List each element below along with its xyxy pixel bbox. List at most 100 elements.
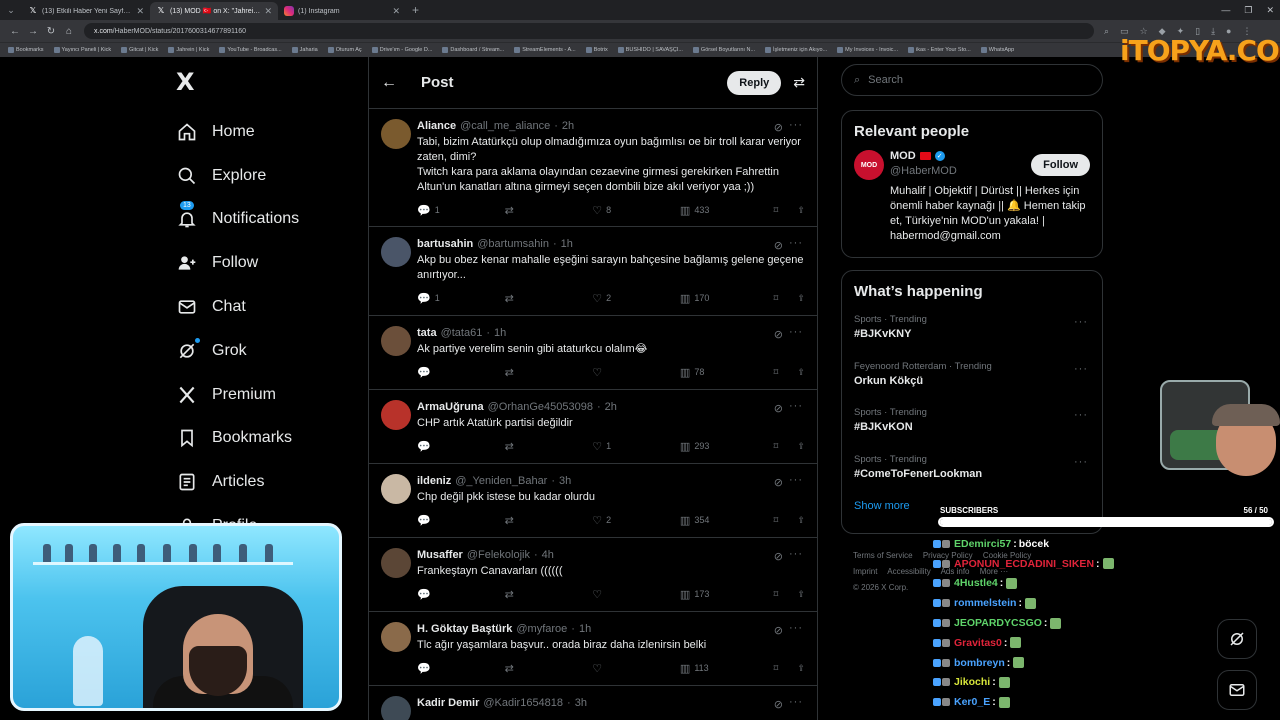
repost-action[interactable]: ⇄ (505, 514, 593, 527)
views-action[interactable]: ▥ 173 (680, 588, 768, 601)
browser-tab[interactable]: (1) Instagram ✕ (278, 2, 406, 20)
back-arrow-icon[interactable]: ← (381, 74, 421, 92)
close-icon[interactable]: ✕ (264, 6, 272, 17)
footer-link[interactable]: Imprint (853, 567, 877, 576)
post-time[interactable]: 1h (494, 327, 506, 339)
bookmark-item[interactable]: WhatsApp (980, 47, 1014, 53)
repost-action[interactable]: ⇄ (505, 204, 593, 217)
more-options-icon[interactable]: ··· (789, 696, 803, 708)
bookmark-icon[interactable]: ⌑ (774, 663, 798, 674)
restore-icon[interactable]: ❐ (1244, 5, 1252, 16)
like-action[interactable]: ♡ 8 (592, 204, 680, 217)
new-tab-button[interactable]: + (412, 3, 419, 17)
bookmark-item[interactable]: Oturum Aç (327, 47, 362, 53)
post-time[interactable]: 4h (542, 549, 554, 561)
author-handle[interactable]: @_Yeniden_Bahar (455, 475, 547, 487)
reply-post[interactable]: ildeniz @_Yeniden_Bahar · 3h ⊘ ··· Chp değil p… (369, 464, 817, 538)
author-name[interactable]: Aliance (417, 120, 456, 132)
more-options-icon[interactable]: ··· (789, 548, 803, 560)
reply-action[interactable]: 💬 (417, 440, 505, 453)
minimize-icon[interactable]: — (1221, 5, 1230, 15)
author-name[interactable]: Kadir Demir (417, 697, 479, 709)
footer-link[interactable]: Accessibility (887, 567, 931, 576)
grok-explain-icon[interactable]: ⊘ (774, 476, 783, 489)
trend-item[interactable]: Sports · Trending #ComeToFenerLookman ··· (842, 446, 1102, 493)
reply-button[interactable]: Reply (727, 70, 782, 95)
grok-explain-icon[interactable]: ⊘ (774, 402, 783, 415)
trend-name[interactable]: #ComeToFenerLookman (854, 468, 1090, 480)
more-options-icon[interactable]: ··· (789, 474, 803, 486)
avatar[interactable] (381, 696, 411, 720)
share-icon[interactable]: ⇪ (797, 205, 805, 216)
sidebar-item-articles[interactable]: Articles (176, 460, 299, 504)
trend-item[interactable]: Sports · Trending #BJKvKON ··· (842, 399, 1102, 446)
bookmark-item[interactable]: Botrix (585, 47, 608, 53)
person-handle[interactable]: @HaberMOD (890, 165, 957, 177)
views-action[interactable]: ▥ 78 (680, 366, 768, 379)
views-action[interactable]: ▥ 354 (680, 514, 768, 527)
bookmark-icon[interactable]: ⌑ (774, 515, 798, 526)
sidebar-item-home[interactable]: Home (176, 110, 299, 154)
messages-floating-button[interactable] (1217, 670, 1257, 710)
repost-action[interactable]: ⇄ (505, 440, 593, 453)
author-name[interactable]: H. Göktay Baştürk (417, 623, 512, 635)
filter-icon[interactable]: ⇄ (793, 74, 805, 91)
like-action[interactable]: ♡ (592, 588, 680, 601)
views-action[interactable]: ▥ 433 (680, 204, 768, 217)
forward-icon[interactable]: → (24, 26, 42, 37)
bookmark-icon[interactable]: ⌑ (774, 205, 798, 216)
avatar[interactable] (381, 119, 411, 149)
bookmark-icon[interactable]: ⌑ (774, 441, 798, 452)
reply-action[interactable]: 💬 (417, 366, 505, 379)
reply-action[interactable]: 💬 (417, 588, 505, 601)
reply-action[interactable]: 💬 1 (417, 292, 505, 305)
post-time[interactable]: 2h (562, 120, 574, 132)
avatar[interactable] (381, 548, 411, 578)
reply-post[interactable]: Kadir Demir @Kadir1654818 · 3h ⊘ ··· (369, 686, 817, 720)
author-handle[interactable]: @tata61 (441, 327, 483, 339)
views-action[interactable]: ▥ 293 (680, 440, 768, 453)
zoom-icon[interactable]: ⌕ (1104, 26, 1109, 37)
more-options-icon[interactable]: ··· (1074, 363, 1088, 375)
share-icon[interactable]: ⇪ (797, 367, 805, 378)
views-action[interactable]: ▥ 113 (680, 662, 768, 675)
reply-post[interactable]: tata @tata61 · 1h ⊘ ··· Ak partiye verelim sen… (369, 316, 817, 390)
like-action[interactable]: ♡ 2 (592, 514, 680, 527)
share-icon[interactable]: ⇪ (797, 589, 805, 600)
close-icon[interactable]: ✕ (136, 6, 144, 17)
author-name[interactable]: tata (417, 327, 437, 339)
avatar[interactable] (381, 326, 411, 356)
reply-post[interactable]: Musaffer @Felekolojik · 4h ⊘ ··· Frankeştayn C… (369, 538, 817, 612)
trend-item[interactable]: Sports · Trending #BJKvKNY ··· (842, 306, 1102, 353)
repost-action[interactable]: ⇄ (505, 366, 593, 379)
person-name-row[interactable]: MOD ✓ (890, 150, 945, 162)
reply-post[interactable]: H. Göktay Baştürk @myfaroe · 1h ⊘ ··· Tlc ağır… (369, 612, 817, 686)
grok-explain-icon[interactable]: ⊘ (774, 624, 783, 637)
post-time[interactable]: 1h (561, 238, 573, 250)
sidebar-item-chat[interactable]: Chat (176, 285, 299, 329)
follow-button[interactable]: Follow (1031, 154, 1090, 176)
repost-action[interactable]: ⇄ (505, 588, 593, 601)
repost-action[interactable]: ⇄ (505, 292, 593, 305)
avatar[interactable] (381, 400, 411, 430)
author-name[interactable]: Musaffer (417, 549, 463, 561)
like-action[interactable]: ♡ 2 (592, 292, 680, 305)
bookmark-item[interactable]: YouTube - Broadcas... (219, 47, 282, 53)
bookmark-item[interactable]: Jaharia (291, 47, 318, 53)
author-handle[interactable]: @OrhanGe45053098 (488, 401, 593, 413)
author-handle[interactable]: @call_me_aliance (460, 120, 550, 132)
bookmark-icon[interactable]: ⌑ (774, 367, 798, 378)
author-handle[interactable]: @myfaroe (516, 623, 567, 635)
reply-post[interactable]: Aliance @call_me_aliance · 2h ⊘ ··· Tabi, bizi… (369, 109, 817, 227)
sidebar-item-notifications[interactable]: 13 Notifications (176, 198, 299, 242)
like-action[interactable]: ♡ (592, 662, 680, 675)
avatar[interactable] (381, 237, 411, 267)
bookmark-icon[interactable]: ⌑ (774, 293, 798, 304)
reply-post[interactable]: bartusahin @bartumsahin · 1h ⊘ ··· Akp bu obez… (369, 227, 817, 316)
more-options-icon[interactable]: ··· (789, 119, 803, 131)
trend-name[interactable]: Orkun Kökçü (854, 375, 1090, 387)
bookmark-item[interactable]: ikas - Enter Your Sto... (908, 47, 971, 53)
bookmark-item[interactable]: Gitcat | Kick (121, 47, 158, 53)
author-handle[interactable]: @Felekolojik (467, 549, 530, 561)
bookmark-item[interactable]: Yayıncı Paneli | Kick (53, 47, 111, 53)
